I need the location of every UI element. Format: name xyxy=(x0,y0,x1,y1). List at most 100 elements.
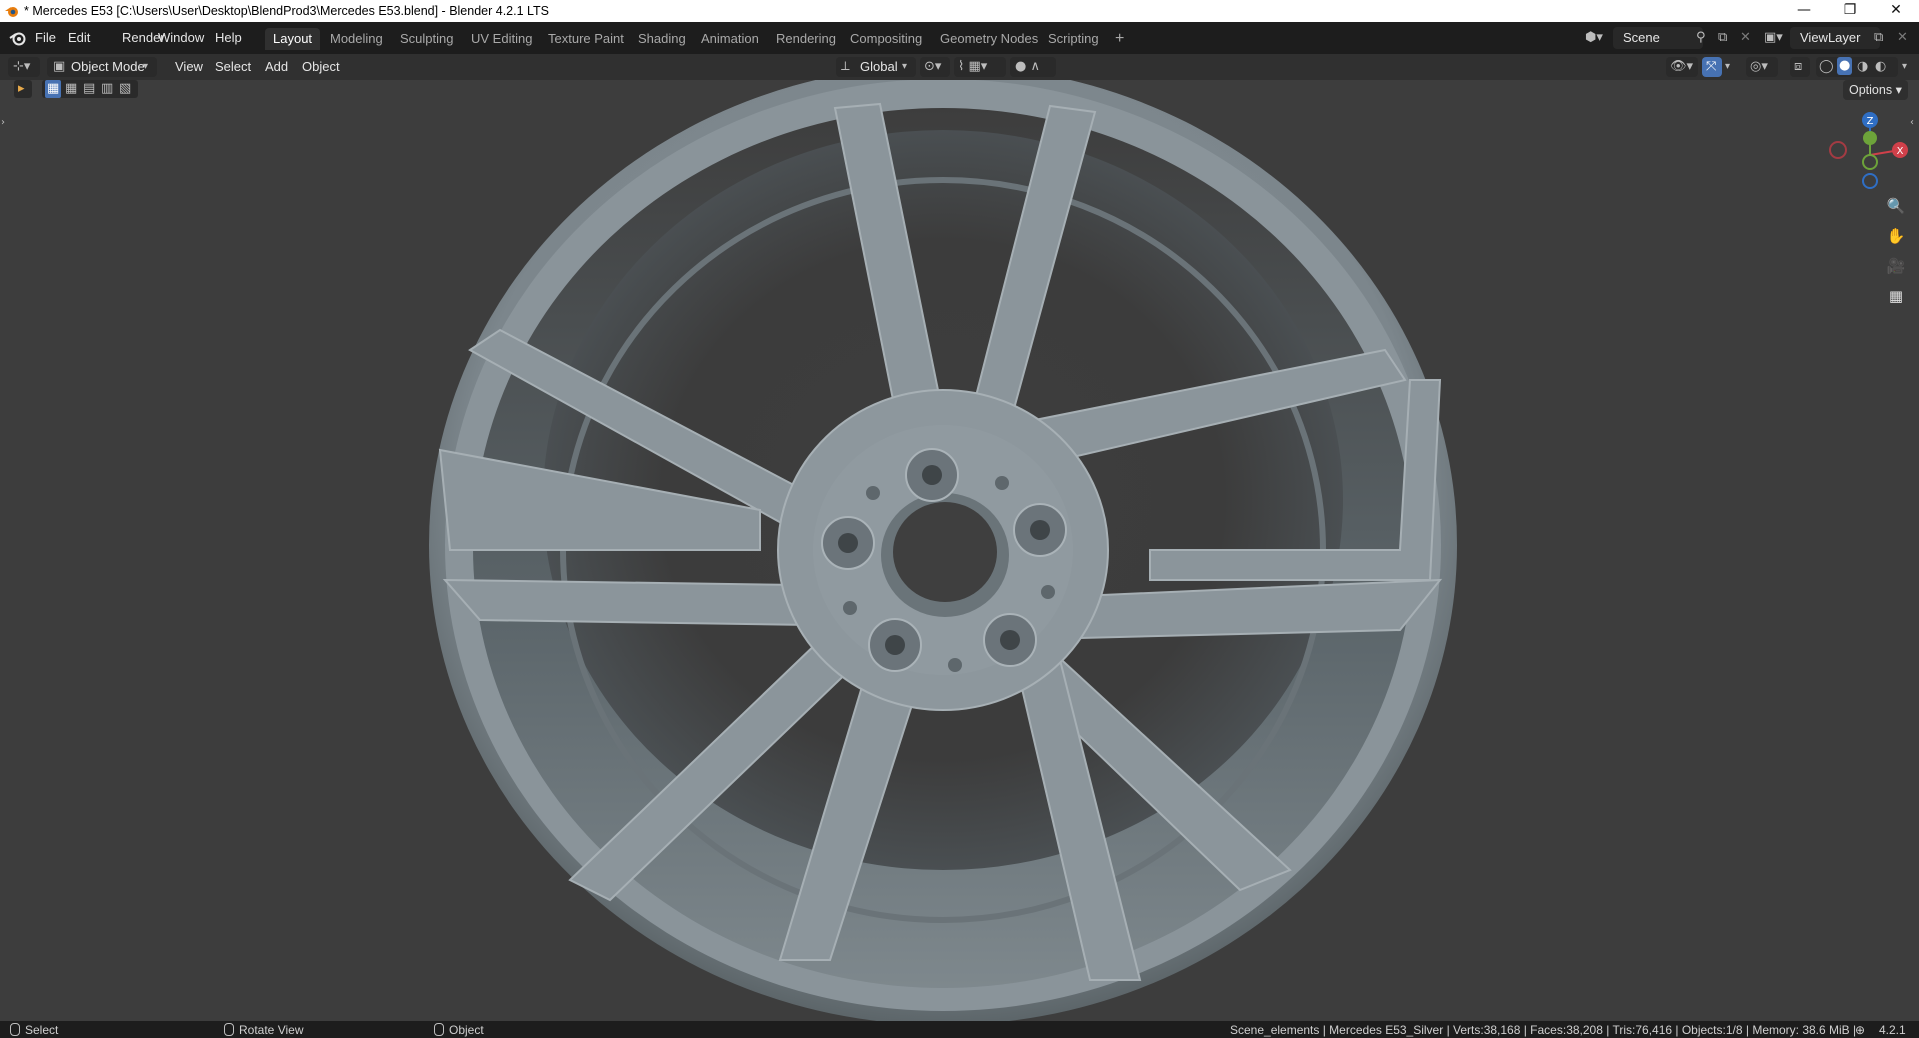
gizmo-neg-y[interactable] xyxy=(1862,154,1878,170)
status-bar: Select Rotate View Object Scene_elements… xyxy=(0,1021,1919,1038)
restore-button[interactable]: ❐ xyxy=(1827,0,1873,22)
orientation-icon: ⟂ xyxy=(841,59,850,74)
status-select: Select xyxy=(10,1022,58,1038)
gizmo-neg-z[interactable] xyxy=(1862,173,1878,189)
minimize-button[interactable]: — xyxy=(1781,0,1827,22)
gizmo-y-axis[interactable] xyxy=(1863,131,1877,145)
options-button[interactable]: Options ▾ xyxy=(1843,80,1908,100)
select-invert-icon[interactable]: ▥ xyxy=(101,80,113,98)
window-titlebar: * Mercedes E53 [C:\Users\User\Desktop\Bl… xyxy=(0,0,1919,22)
delete-view-layer-icon[interactable]: ✕ xyxy=(1897,29,1908,47)
tab-uv-editing[interactable]: UV Editing xyxy=(463,28,540,50)
material-shading-icon[interactable]: ◑ xyxy=(1857,58,1868,76)
solid-shading-icon[interactable]: ● xyxy=(1837,57,1853,75)
gizmo-neg-x[interactable] xyxy=(1829,141,1847,159)
menu-add[interactable]: Add xyxy=(259,57,294,77)
scene-field[interactable]: Scene xyxy=(1613,27,1703,49)
mode-label: Object Mode xyxy=(71,59,145,74)
network-icon: ⊕ xyxy=(1855,1023,1866,1037)
gizmo-icon: ⤧ xyxy=(1706,59,1717,74)
menu-help[interactable]: Help xyxy=(209,28,248,48)
tab-geometry-nodes[interactable]: Geometry Nodes xyxy=(932,28,1046,50)
new-view-layer-icon[interactable]: ⧉ xyxy=(1874,29,1883,47)
chevron-down-icon[interactable]: ▾ xyxy=(1902,58,1907,76)
menu-select[interactable]: Select xyxy=(209,57,257,77)
view-layer-field[interactable]: ViewLayer xyxy=(1790,27,1880,49)
zoom-icon[interactable]: 🔍 xyxy=(1882,192,1910,220)
navigation-gizmo[interactable]: Z X xyxy=(1820,110,1910,200)
tab-animation[interactable]: Animation xyxy=(693,28,767,50)
selection-mode-group[interactable]: ▦ ▦ ▤ ▥ ▧ xyxy=(42,80,138,98)
orientation-selector[interactable]: ⟂ Global ▾ xyxy=(836,57,916,77)
mouse-middle-icon xyxy=(224,1023,234,1036)
select-intersect-icon[interactable]: ▧ xyxy=(119,80,131,98)
blender-logo-icon xyxy=(5,7,18,17)
tab-scripting[interactable]: Scripting xyxy=(1040,28,1107,50)
window-title: * Mercedes E53 [C:\Users\User\Desktop\Bl… xyxy=(24,4,550,18)
mouse-right-icon xyxy=(434,1023,444,1036)
pivot-button[interactable]: ⊙▾ xyxy=(920,57,950,77)
tab-layout[interactable]: Layout xyxy=(265,28,321,50)
sidebar-toggle-icon[interactable]: ‹ xyxy=(1910,114,1914,132)
wireframe-shading-icon[interactable]: ◯ xyxy=(1819,58,1834,76)
rendered-shading-icon[interactable]: ◐ xyxy=(1875,58,1886,76)
chevron-down-icon[interactable]: ▾ xyxy=(1725,58,1730,76)
status-object-label: Object xyxy=(449,1023,484,1037)
scene-stats: Scene_elements | Mercedes E53_Silver | V… xyxy=(1230,1023,1857,1037)
proportional-icon: ● ∧ xyxy=(1015,59,1040,74)
tab-shading[interactable]: Shading xyxy=(630,28,694,50)
view-layer-name: ViewLayer xyxy=(1800,30,1861,45)
gizmo-z-label: Z xyxy=(1867,116,1874,127)
camera-view-icon[interactable]: 🎥 xyxy=(1882,252,1910,280)
tab-modeling[interactable]: Modeling xyxy=(322,28,391,50)
menu-object[interactable]: Object xyxy=(296,57,346,77)
mouse-left-icon xyxy=(10,1023,20,1036)
new-scene-icon[interactable]: ⧉ xyxy=(1718,29,1727,47)
menu-view[interactable]: View xyxy=(169,57,209,77)
snap-button[interactable]: ⌇ ▦▾ xyxy=(954,57,1006,77)
status-object: Object xyxy=(434,1022,484,1038)
overlay-icon: ◎▾ xyxy=(1750,59,1768,74)
menu-file[interactable]: File xyxy=(29,28,62,48)
tab-compositing[interactable]: Compositing xyxy=(842,28,930,50)
chevron-down-icon: ▾ xyxy=(143,61,149,72)
mode-selector[interactable]: ▣ Object Mode ▾ xyxy=(47,57,157,77)
select-extend-icon[interactable]: ▦ xyxy=(65,80,77,98)
pan-hand-icon[interactable]: ✋ xyxy=(1882,222,1910,250)
pivot-icon: ⊙▾ xyxy=(924,59,942,74)
tab-rendering[interactable]: Rendering xyxy=(768,28,844,50)
xray-icon: ⧈ xyxy=(1794,59,1803,74)
shading-modes[interactable]: ◯ ● ◑ ◐ xyxy=(1816,57,1898,77)
select-new-icon[interactable]: ▦ xyxy=(45,80,62,98)
select-subtract-icon[interactable]: ▤ xyxy=(83,80,95,98)
toolbar-toggle-icon[interactable]: › xyxy=(1,114,5,132)
blender-menu-icon[interactable] xyxy=(9,29,27,47)
tab-sculpting[interactable]: Sculpting xyxy=(392,28,461,50)
wheel-model xyxy=(429,80,1457,1021)
perspective-grid-icon[interactable]: ▦ xyxy=(1882,282,1910,310)
select-box-tool[interactable]: ▸ xyxy=(14,80,32,98)
add-workspace-button[interactable]: + xyxy=(1107,28,1132,50)
overlay-button[interactable]: ◎▾ xyxy=(1746,57,1778,77)
tab-texture-paint[interactable]: Texture Paint xyxy=(540,28,632,50)
editor-type-button[interactable]: ⊹▾ xyxy=(8,57,40,77)
object-mode-icon: ▣ xyxy=(53,59,66,74)
xray-toggle[interactable]: ⧈ xyxy=(1790,57,1810,77)
gizmo-x-label: X xyxy=(1897,146,1904,157)
viewport-header: ⊹▾ ▣ Object Mode ▾ View Select Add Objec… xyxy=(0,54,1919,80)
status-select-label: Select xyxy=(25,1023,59,1037)
status-rotate-label: Rotate View xyxy=(239,1023,304,1037)
visibility-button[interactable]: 👁▾ xyxy=(1666,57,1698,77)
close-button[interactable]: ✕ xyxy=(1873,0,1919,22)
chevron-down-icon: ▾ xyxy=(902,61,908,72)
scene-icon[interactable]: ⬢▾ xyxy=(1585,29,1603,47)
pin-icon[interactable]: ⚲ xyxy=(1696,29,1706,47)
3d-viewport[interactable] xyxy=(0,80,1919,1021)
menu-window[interactable]: Window xyxy=(152,28,210,48)
menu-edit[interactable]: Edit xyxy=(62,28,96,48)
proportional-edit-button[interactable]: ● ∧ xyxy=(1010,57,1056,77)
version-label: 4.2.1 xyxy=(1879,1023,1906,1037)
gizmo-toggle[interactable]: ⤧ xyxy=(1702,57,1722,77)
delete-scene-icon[interactable]: ✕ xyxy=(1740,29,1751,47)
view-layer-icon[interactable]: ▣▾ xyxy=(1764,29,1783,47)
